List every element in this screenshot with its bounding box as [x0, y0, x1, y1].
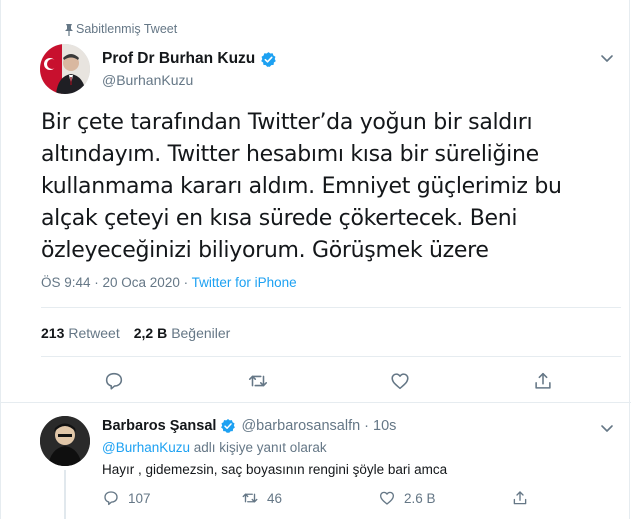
- tweet-timestamp[interactable]: ÖS 9:44 · 20 Oca 2020 ·: [41, 275, 188, 290]
- reply-icon[interactable]: [103, 370, 125, 392]
- reply-author-handle[interactable]: @barbarosansalfn · 10s: [241, 418, 396, 434]
- like-stat[interactable]: 2,2 B Beğeniler: [134, 325, 231, 341]
- replying-to: @BurhanKuzu adlı kişiye yanıt olarak: [102, 440, 327, 455]
- reply-to-suffix: adlı kişiye yanıt olarak: [190, 440, 327, 455]
- like-stat-label: Beğeniler: [171, 325, 231, 341]
- retweet-stat[interactable]: 213 Retweet: [41, 325, 120, 341]
- reply-like-action[interactable]: 2.6 B: [378, 489, 436, 507]
- heart-icon[interactable]: [389, 370, 411, 392]
- share-icon: [513, 491, 527, 505]
- tweet-actions: [1, 370, 631, 394]
- reply-avatar-image: [40, 416, 90, 466]
- chevron-down-icon[interactable]: [599, 420, 615, 436]
- tweet-source-link[interactable]: Twitter for iPhone: [192, 275, 297, 290]
- pinned-label: Sabitlenmiş Tweet: [76, 22, 178, 36]
- divider: [41, 307, 621, 308]
- reply-avatar[interactable]: [40, 416, 90, 466]
- reply-header: Barbaros Şansal @barbarosansalfn · 10s: [102, 418, 396, 434]
- verified-badge-icon: [261, 51, 277, 67]
- reply-retweet-count: 46: [267, 490, 283, 506]
- retweet-icon: [242, 493, 258, 503]
- pin-icon: [65, 24, 73, 36]
- reply-text: Hayır , gidemezsin, saç boyasının rengin…: [102, 462, 448, 477]
- reply-icon: [104, 491, 118, 506]
- retweet-icon[interactable]: [247, 370, 269, 392]
- author-name[interactable]: Prof Dr Burhan Kuzu: [102, 50, 255, 68]
- retweet-count: 213: [41, 325, 65, 341]
- reply-like-count: 2.6 B: [404, 490, 436, 506]
- chevron-down-icon[interactable]: [599, 50, 615, 66]
- author-name-row[interactable]: Prof Dr Burhan Kuzu: [102, 50, 277, 68]
- author-handle[interactable]: @BurhanKuzu: [102, 72, 193, 88]
- share-icon[interactable]: [532, 370, 554, 392]
- thread-line: [64, 470, 66, 519]
- tweet-text: Bir çete tarafından Twitter’da yoğun bir…: [41, 110, 562, 263]
- tweet-meta: ÖS 9:44 · 20 Oca 2020 · Twitter for iPho…: [41, 275, 297, 290]
- reply-reply-count: 107: [128, 490, 151, 506]
- tweet-detail-panel: Sabitlenmiş Tweet Prof Dr Burhan Kuzu @B…: [0, 0, 631, 519]
- divider: [41, 356, 621, 357]
- heart-icon: [379, 491, 395, 505]
- avatar-image: [40, 44, 90, 94]
- reply-actions: 107 46 2.6 B: [102, 489, 622, 509]
- divider: [1, 402, 631, 403]
- reply-share-action[interactable]: [511, 489, 529, 507]
- reply-to-mention[interactable]: @BurhanKuzu: [102, 440, 190, 455]
- retweet-stat-label: Retweet: [68, 325, 120, 341]
- like-count: 2,2 B: [133, 325, 168, 341]
- reply-reply-action[interactable]: 107: [102, 489, 151, 507]
- verified-badge-icon: [221, 419, 236, 433]
- reply-retweet-action[interactable]: 46: [241, 489, 282, 507]
- reply-author-name[interactable]: Barbaros Şansal: [102, 418, 216, 434]
- avatar[interactable]: [40, 44, 90, 94]
- tweet-stats: 213 Retweet 2,2 B Beğeniler: [41, 325, 230, 341]
